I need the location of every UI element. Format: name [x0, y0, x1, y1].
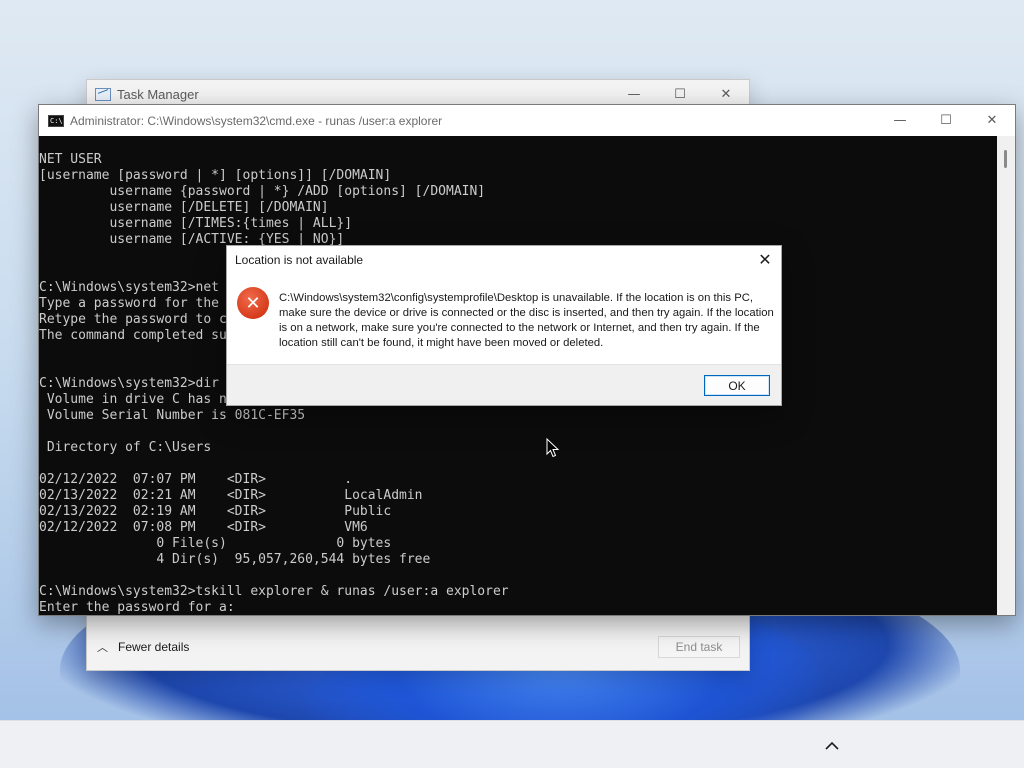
dialog-title: Location is not available — [235, 253, 364, 267]
scrollbar-thumb[interactable] — [1004, 150, 1007, 168]
console-line: 0 File(s) 0 bytes — [39, 536, 392, 551]
close-button[interactable]: ✕ — [969, 106, 1015, 135]
console-line: [username [password | *] [options]] [/DO… — [39, 168, 392, 183]
console-line: C:\Windows\system32>tskill explorer & ru… — [39, 584, 509, 599]
end-task-button[interactable]: End task — [658, 636, 740, 658]
location-error-dialog[interactable]: Location is not available ✕ ✕ C:\Windows… — [226, 245, 782, 406]
dialog-titlebar[interactable]: Location is not available ✕ — [227, 246, 781, 274]
console-line: Directory of C:\Users — [39, 440, 212, 455]
task-manager-title: Task Manager — [117, 87, 199, 102]
console-line: username [/DELETE] [/DOMAIN] — [39, 200, 329, 215]
console-line: NET USER — [39, 152, 102, 167]
cmd-title: Administrator: C:\Windows\system32\cmd.e… — [70, 113, 443, 128]
vertical-scrollbar[interactable] — [997, 136, 1015, 615]
console-line: 02/13/2022 02:19 AM <DIR> Public — [39, 504, 392, 519]
cmd-titlebar[interactable]: C:\ Administrator: C:\Windows\system32\c… — [39, 105, 1015, 136]
console-line: Enter the password for a: — [39, 600, 235, 615]
dialog-close-button[interactable]: ✕ — [749, 246, 781, 274]
error-icon: ✕ — [237, 287, 269, 319]
console-line: 02/13/2022 02:21 AM <DIR> LocalAdmin — [39, 488, 423, 503]
task-manager-icon — [95, 88, 111, 101]
mouse-cursor-icon — [546, 438, 560, 458]
task-manager-footer: ︿ Fewer details End task — [87, 624, 749, 670]
console-line: 02/12/2022 07:07 PM <DIR> . — [39, 472, 353, 487]
dialog-footer: OK — [227, 364, 781, 405]
console-line: username {password | *} /ADD [options] [… — [39, 184, 486, 199]
dialog-content: ✕ C:\Windows\system32\config\systemprofi… — [227, 274, 781, 366]
console-line: Volume Serial Number is 081C-EF35 — [39, 408, 306, 423]
fewer-details-link[interactable]: Fewer details — [118, 640, 189, 654]
console-line: 02/12/2022 07:08 PM <DIR> VM6 — [39, 520, 368, 535]
ok-button[interactable]: OK — [704, 375, 770, 396]
chevron-up-icon[interactable]: ︿ — [97, 639, 108, 655]
minimize-button[interactable]: — — [877, 106, 923, 135]
taskbar — [0, 720, 1024, 768]
chevron-up-icon[interactable] — [818, 733, 846, 757]
console-line: username [/TIMES:{times | ALL}] — [39, 216, 353, 231]
cmd-icon: C:\ — [48, 114, 64, 127]
console-line: 4 Dir(s) 95,057,260,544 bytes free — [39, 552, 431, 567]
dialog-message: C:\Windows\system32\config\systemprofile… — [279, 292, 774, 349]
maximize-button[interactable]: ☐ — [923, 106, 969, 135]
